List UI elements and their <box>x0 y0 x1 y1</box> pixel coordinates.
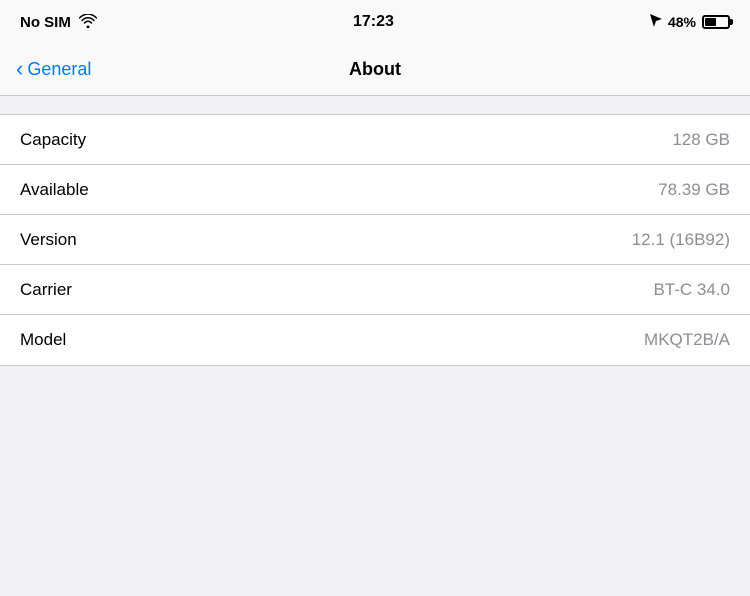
wifi-icon <box>79 14 97 31</box>
settings-group: Capacity 128 GB Available 78.39 GB Version 12… <box>0 114 750 366</box>
nav-title: About <box>349 59 401 80</box>
chevron-left-icon: ‹ <box>16 58 23 80</box>
row-value: 78.39 GB <box>658 180 730 200</box>
row-label: Model <box>20 330 66 350</box>
battery-indicator <box>702 15 730 29</box>
battery-box <box>702 15 730 29</box>
battery-fill <box>705 18 716 26</box>
row-label: Available <box>20 180 89 200</box>
row-value: BT-C 34.0 <box>653 280 730 300</box>
nav-bar: ‹ General About <box>0 44 750 96</box>
settings-row: Model MKQT2B/A <box>0 315 750 365</box>
row-label: Capacity <box>20 130 86 150</box>
row-value: 128 GB <box>672 130 730 150</box>
row-value: 12.1 (16B92) <box>632 230 730 250</box>
row-label: Carrier <box>20 280 72 300</box>
back-button[interactable]: ‹ General <box>16 59 91 80</box>
status-time: 17:23 <box>353 13 394 31</box>
settings-row: Available 78.39 GB <box>0 165 750 215</box>
status-left: No SIM <box>20 14 97 31</box>
battery-percent: 48% <box>668 14 696 30</box>
back-label: General <box>27 59 91 80</box>
section-gap-top <box>0 96 750 114</box>
row-label: Version <box>20 230 77 250</box>
settings-row: Capacity 128 GB <box>0 115 750 165</box>
status-right: 48% <box>650 14 730 31</box>
status-bar: No SIM 17:23 48% <box>0 0 750 44</box>
carrier-label: No SIM <box>20 14 71 31</box>
settings-row: Carrier BT-C 34.0 <box>0 265 750 315</box>
location-icon <box>650 14 662 31</box>
settings-row: Version 12.1 (16B92) <box>0 215 750 265</box>
row-value: MKQT2B/A <box>644 330 730 350</box>
